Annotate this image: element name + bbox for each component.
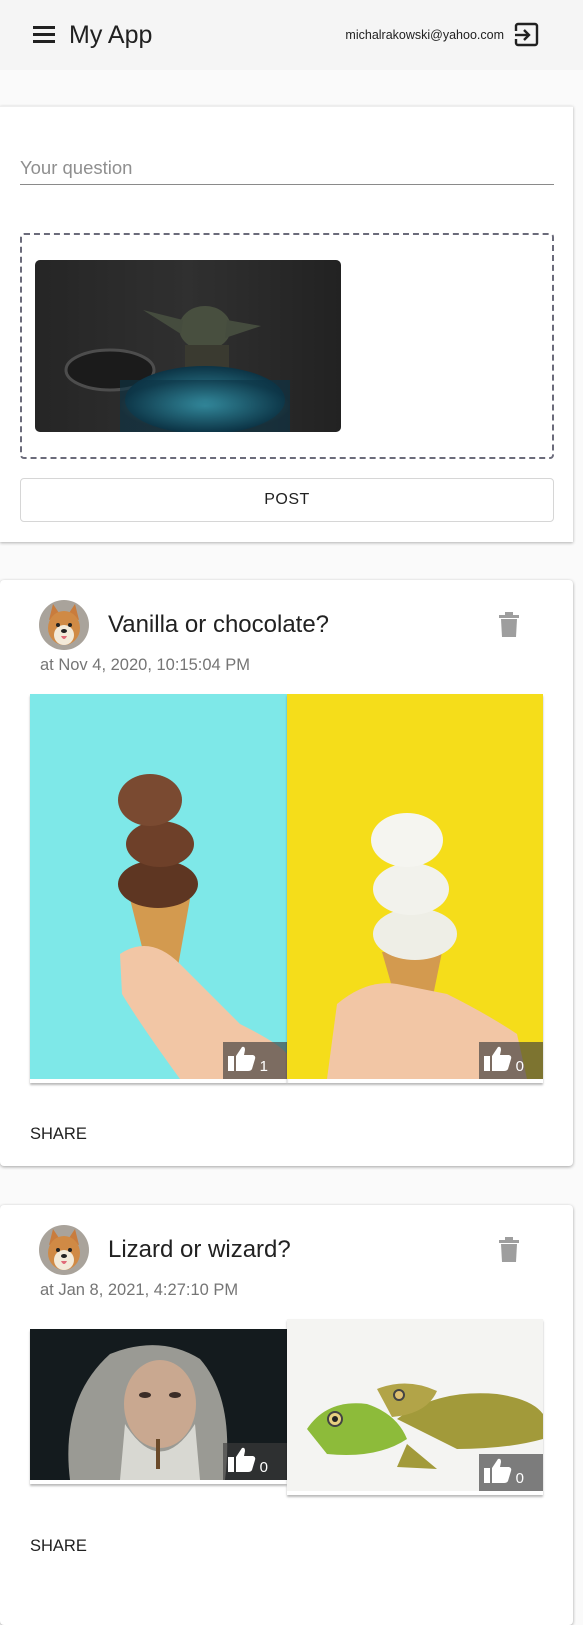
post-button[interactable]: POST xyxy=(20,478,554,522)
question-input[interactable] xyxy=(20,151,554,185)
thumb-up-icon xyxy=(228,1447,256,1472)
app-title: My App xyxy=(69,21,153,49)
trash-icon[interactable] xyxy=(498,1237,520,1263)
avatar xyxy=(39,600,89,650)
vote-count: 0 xyxy=(259,1459,268,1476)
post-card: Vanilla or chocolate? at Nov 4, 2020, 10… xyxy=(0,580,573,1166)
vote-button[interactable]: 1 xyxy=(223,1042,287,1079)
app-bar: My App michalrakowski@yahoo.com xyxy=(0,0,583,70)
vote-count: 1 xyxy=(259,1058,268,1075)
uploaded-image-preview xyxy=(35,260,341,432)
option-image-vanilla[interactable]: 0 xyxy=(287,694,543,1083)
logout-icon[interactable] xyxy=(514,22,540,48)
vote-button[interactable]: 0 xyxy=(479,1454,543,1491)
post-timestamp: at Nov 4, 2020, 10:15:04 PM xyxy=(40,656,251,674)
trash-icon[interactable] xyxy=(498,612,520,638)
share-button[interactable]: SHARE xyxy=(30,1536,87,1556)
option-image-lizard[interactable]: 0 xyxy=(287,1319,543,1495)
vote-button[interactable]: 0 xyxy=(223,1443,287,1480)
thumb-up-icon xyxy=(228,1046,256,1071)
post-title: Vanilla or chocolate? xyxy=(108,611,330,638)
post-card: Lizard or wizard? at Jan 8, 2021, 4:27:1… xyxy=(0,1205,573,1625)
image-dropzone[interactable] xyxy=(20,233,554,459)
post-timestamp: at Jan 8, 2021, 4:27:10 PM xyxy=(40,1281,239,1299)
vote-count: 0 xyxy=(515,1470,524,1487)
thumb-up-icon xyxy=(484,1046,512,1071)
post-title: Lizard or wizard? xyxy=(108,1236,291,1263)
vote-button[interactable]: 0 xyxy=(479,1042,543,1079)
new-question-card: POST xyxy=(0,106,573,542)
vote-count: 0 xyxy=(515,1058,524,1075)
thumb-up-icon xyxy=(484,1458,512,1483)
share-button[interactable]: SHARE xyxy=(30,1124,87,1144)
menu-icon[interactable] xyxy=(31,23,57,47)
option-image-wizard[interactable]: 0 xyxy=(30,1329,287,1484)
user-email: michalrakowski@yahoo.com xyxy=(345,28,504,42)
option-image-chocolate[interactable]: 1 xyxy=(30,694,287,1083)
avatar xyxy=(39,1225,89,1275)
